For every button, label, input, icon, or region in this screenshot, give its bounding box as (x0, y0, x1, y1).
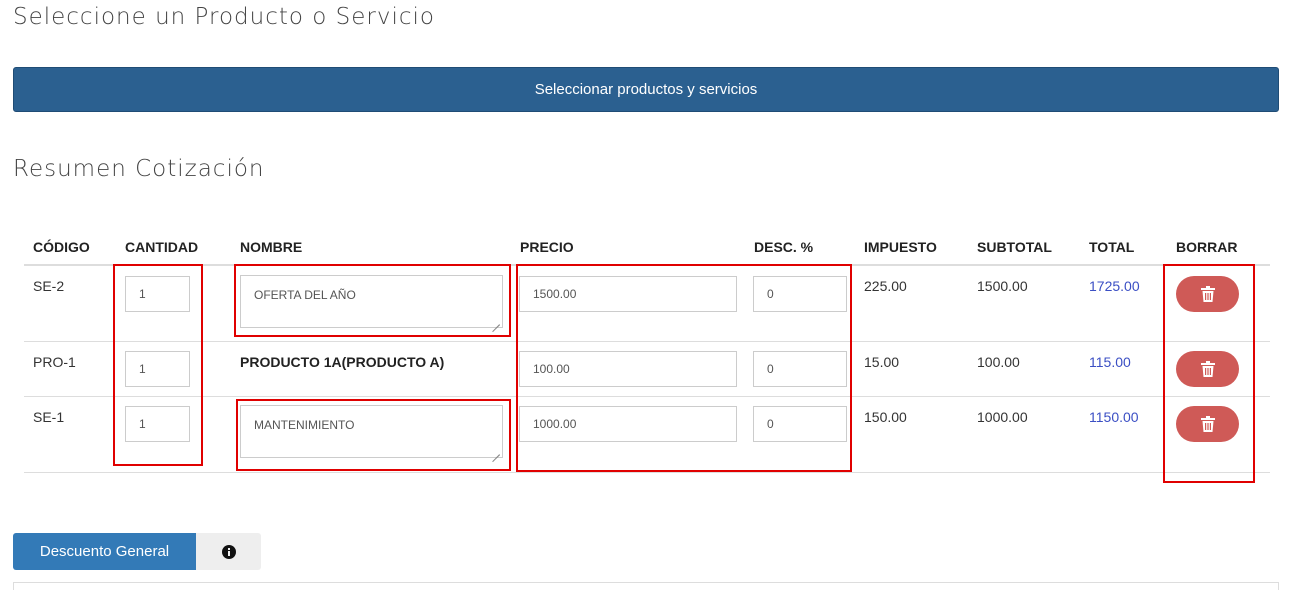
nombre-textarea[interactable]: MANTENIMIENTO (240, 405, 503, 458)
row-impuesto: 150.00 (864, 409, 907, 425)
delete-row-button[interactable] (1176, 351, 1239, 387)
trash-icon (1200, 361, 1215, 377)
delete-row-button[interactable] (1176, 276, 1239, 312)
precio-input[interactable]: 1500.00 (519, 276, 737, 312)
summary-section-title: Resumen Cotización (13, 156, 265, 182)
info-button[interactable] (196, 533, 261, 570)
cantidad-input[interactable]: 1 (125, 351, 190, 387)
row-impuesto: 225.00 (864, 278, 907, 294)
table-header-divider (24, 264, 1270, 266)
row-total: 1725.00 (1089, 278, 1140, 294)
row-divider (24, 396, 1270, 397)
row-codigo: SE-2 (33, 278, 65, 294)
column-header-desc: DESC. % (754, 239, 814, 255)
row-codigo: SE-1 (33, 409, 65, 425)
next-panel-edge (13, 582, 1279, 590)
nombre-textarea[interactable]: OFERTA DEL AÑO (240, 275, 503, 328)
precio-input[interactable]: 100.00 (519, 351, 737, 387)
info-circle-icon (221, 544, 236, 559)
cantidad-input[interactable]: 1 (125, 276, 190, 312)
nombre-value: OFERTA DEL AÑO (254, 288, 356, 302)
cantidad-input[interactable]: 1 (125, 406, 190, 442)
resize-grip-icon[interactable] (492, 447, 500, 455)
column-header-precio: PRECIO (520, 239, 574, 255)
column-header-cantidad: CANTIDAD (125, 239, 199, 255)
row-codigo: PRO-1 (33, 354, 76, 370)
row-subtotal: 1500.00 (977, 278, 1028, 294)
row-nombre: PRODUCTO 1A(PRODUCTO A) (240, 354, 445, 370)
column-header-subtotal: SUBTOTAL (977, 239, 1052, 255)
column-header-total: TOTAL (1089, 239, 1135, 255)
resize-grip-icon[interactable] (492, 317, 500, 325)
trash-icon (1200, 416, 1215, 432)
column-header-borrar: BORRAR (1176, 239, 1238, 255)
row-total: 115.00 (1089, 354, 1131, 370)
column-header-impuesto: IMPUESTO (864, 239, 937, 255)
general-discount-button[interactable]: Descuento General (13, 533, 196, 570)
column-header-nombre: NOMBRE (240, 239, 303, 255)
delete-row-button[interactable] (1176, 406, 1239, 442)
nombre-value: MANTENIMIENTO (254, 418, 355, 432)
row-total: 1150.00 (1089, 409, 1139, 425)
column-header-codigo: CÓDIGO (33, 239, 90, 255)
precio-input[interactable]: 1000.00 (519, 406, 737, 442)
row-divider (24, 341, 1270, 342)
select-products-button[interactable]: Seleccionar productos y servicios (13, 67, 1279, 112)
row-subtotal: 1000.00 (977, 409, 1028, 425)
trash-icon (1200, 286, 1215, 302)
row-subtotal: 100.00 (977, 354, 1020, 370)
row-impuesto: 15.00 (864, 354, 900, 370)
desc-input[interactable]: 0 (753, 406, 847, 442)
table-bottom-divider (24, 472, 1270, 473)
desc-input[interactable]: 0 (753, 351, 847, 387)
desc-input[interactable]: 0 (753, 276, 847, 312)
select-section-title: Seleccione un Producto o Servicio (13, 4, 435, 30)
